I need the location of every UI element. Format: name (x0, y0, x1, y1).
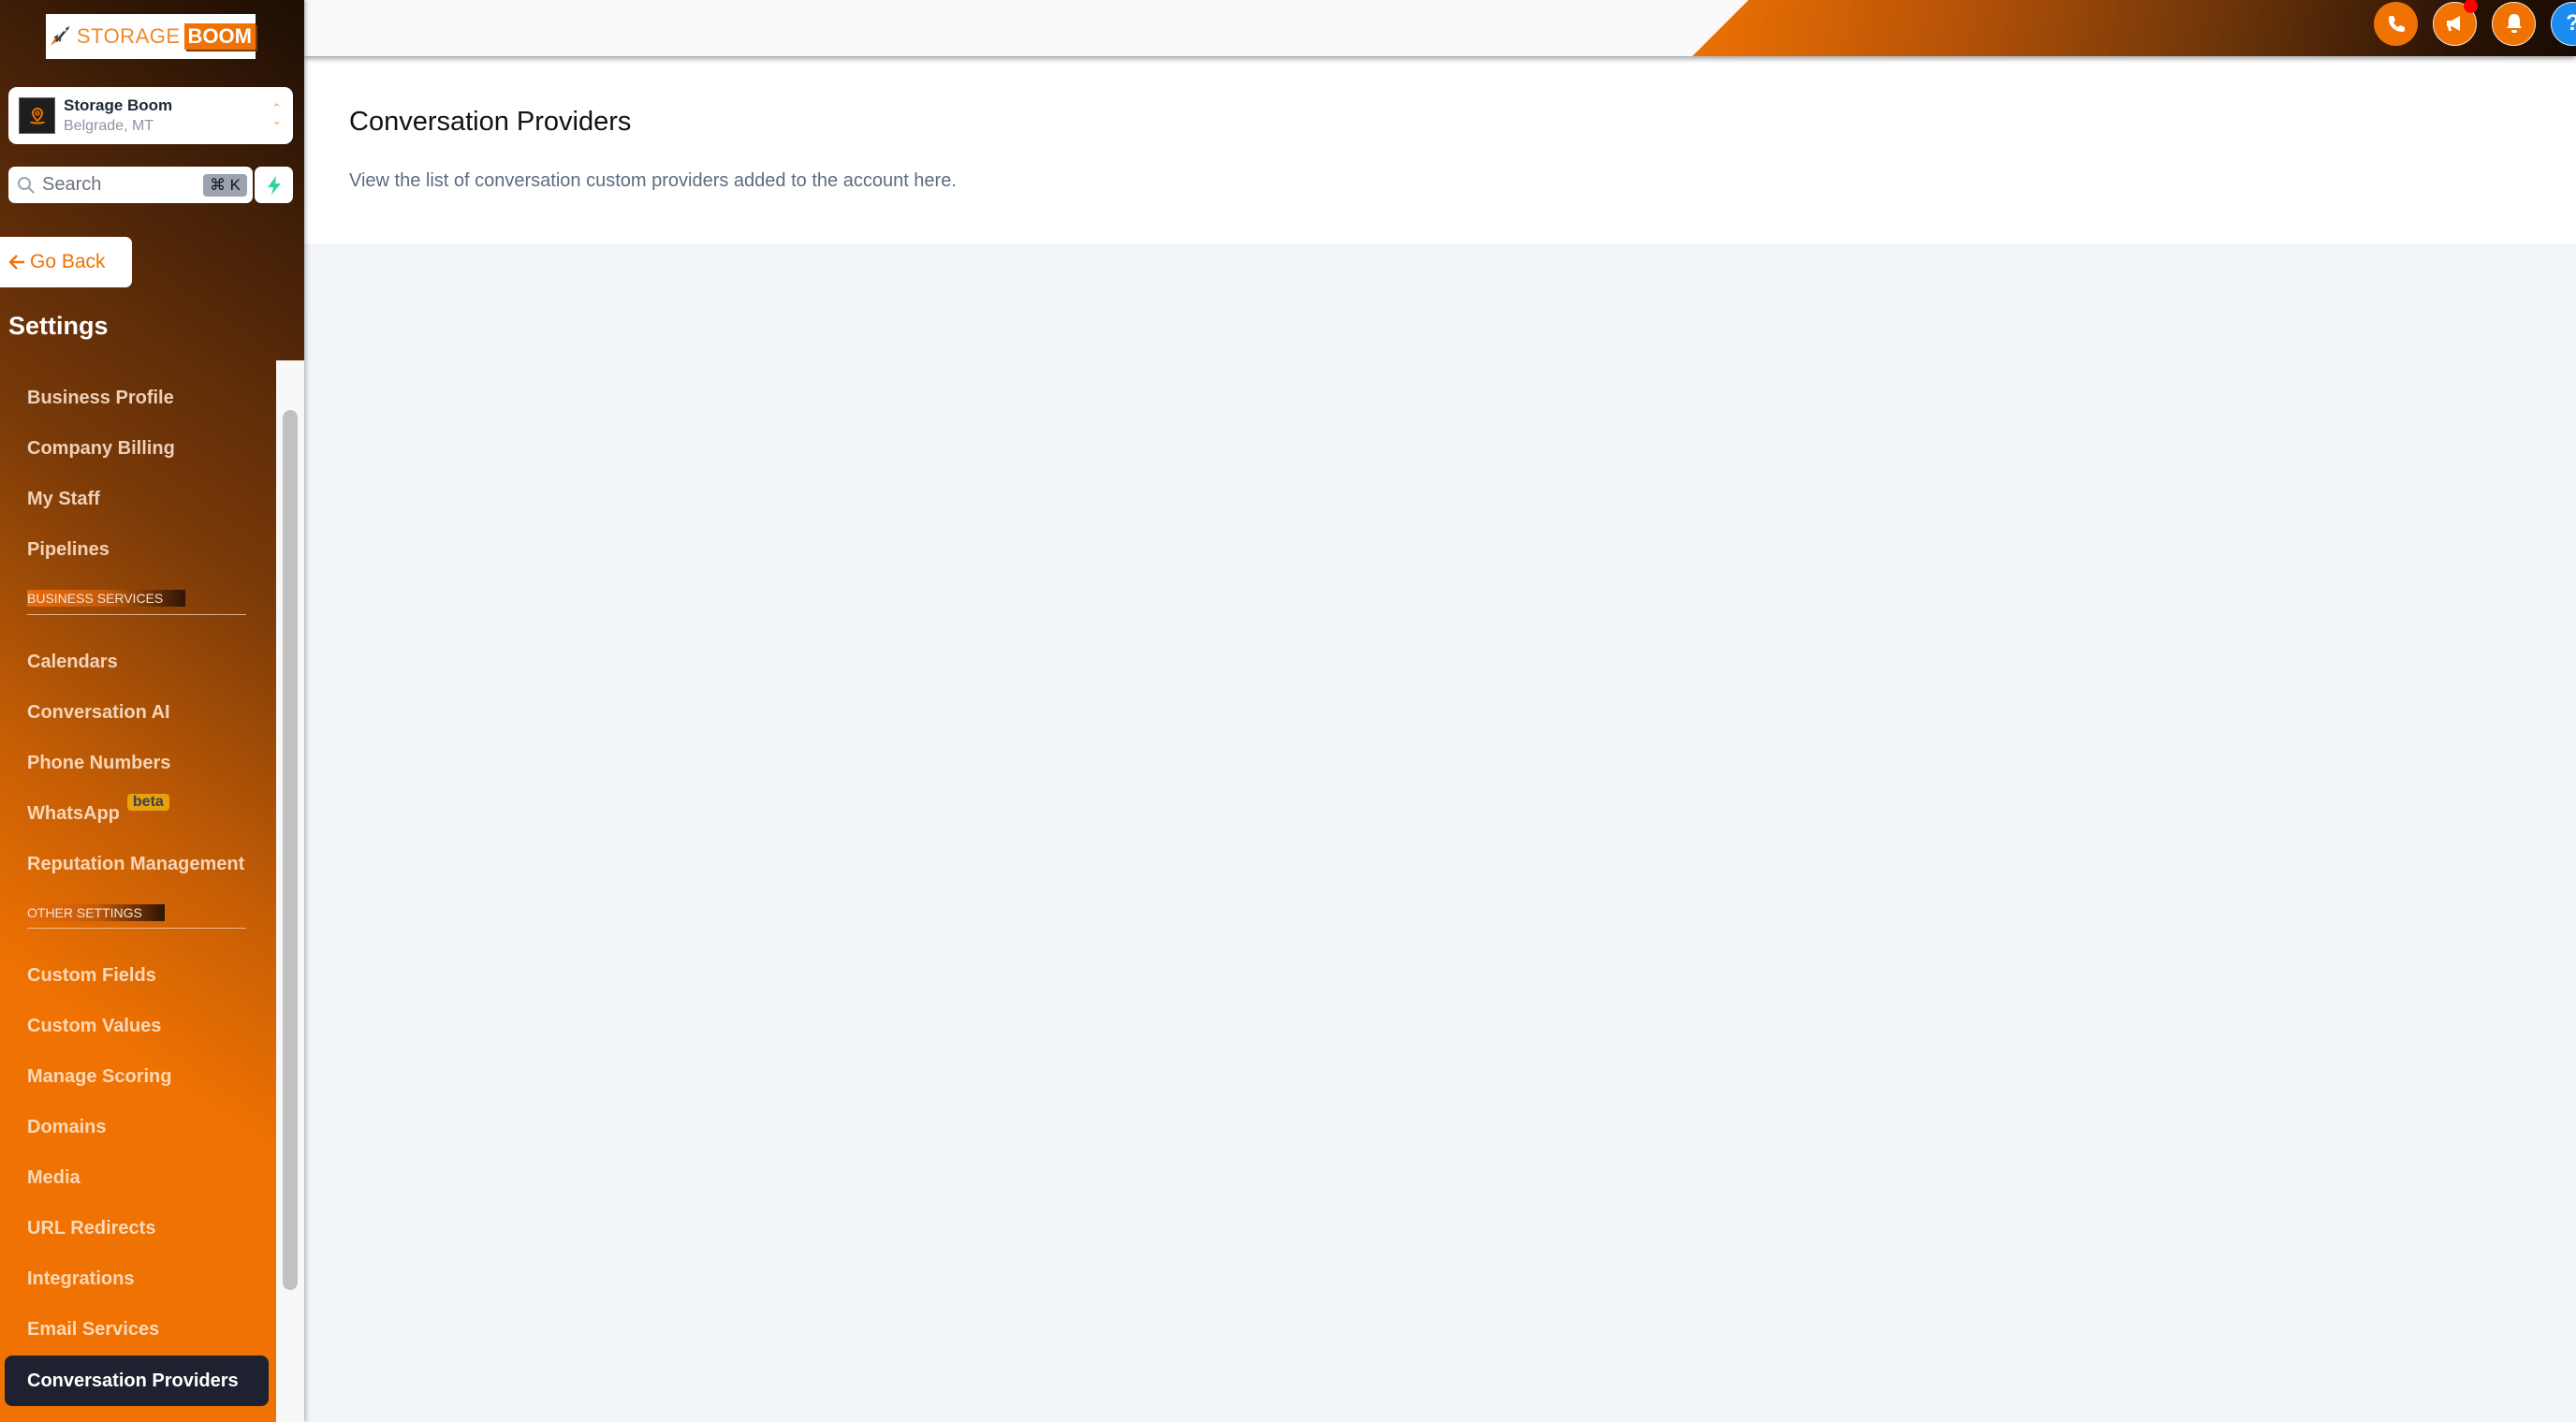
nav-label: Phone Numbers (27, 752, 171, 773)
sidebar-item-url-redirects[interactable]: URL Redirects (5, 1203, 269, 1253)
sidebar-item-phone-numbers[interactable]: Phone Numbers (5, 738, 269, 788)
nav-label: WhatsApp (27, 802, 120, 824)
nav-label: Business Profile (27, 387, 174, 408)
sidebar-item-conversation-ai[interactable]: Conversation AI (5, 687, 269, 738)
phone-icon (2388, 16, 2405, 32)
sidebar-item-my-staff[interactable]: My Staff (5, 474, 269, 524)
announcements-button[interactable] (2433, 0, 2478, 46)
section-label-business-services: BUSINESS SERVICES (27, 590, 186, 607)
sidebar-scrollbar-thumb[interactable] (283, 410, 298, 1290)
section-label-other-settings: OTHER SETTINGS (27, 904, 165, 921)
sidebar-item-pipelines[interactable]: Pipelines (5, 524, 269, 575)
header-actions: ? (2374, 0, 2576, 47)
sidebar-item-reputation-management[interactable]: Reputation Management (5, 839, 269, 889)
location-switcher[interactable]: Storage Boom Belgrade, MT ⌃ ⌄ (8, 87, 293, 144)
settings-heading: Settings (8, 312, 109, 340)
location-city: Belgrade, MT (64, 117, 154, 134)
page-description: View the list of conversation custom pro… (349, 170, 957, 191)
sidebar: STORAGE BOOM Storage Boom Belgrade, MT ⌃… (0, 0, 304, 1422)
nav-label: Email Services (27, 1318, 160, 1340)
nav-label: URL Redirects (27, 1217, 156, 1239)
page-title: Conversation Providers (349, 107, 632, 137)
go-back-button[interactable]: Go Back (0, 237, 132, 287)
page-header: Conversation Providers View the list of … (304, 56, 2576, 244)
nav-label: Media (27, 1166, 80, 1188)
search-placeholder: Search (42, 174, 102, 195)
nav-label: Pipelines (27, 538, 110, 560)
location-pin-icon (29, 107, 45, 124)
nav-label: Reputation Management (27, 853, 245, 874)
search-input[interactable]: Search ⌘ K (8, 167, 253, 203)
beta-badge: beta (126, 794, 169, 811)
section-divider (27, 614, 246, 615)
sidebar-item-conversation-providers[interactable]: Conversation Providers (5, 1356, 269, 1406)
location-name: Storage Boom (64, 95, 173, 114)
megaphone-icon (2446, 16, 2460, 31)
top-header: ? (304, 0, 2576, 56)
sidebar-item-calendars[interactable]: Calendars (5, 637, 269, 687)
sidebar-item-manage-scoring[interactable]: Manage Scoring (5, 1051, 269, 1102)
sidebar-item-media[interactable]: Media (5, 1152, 269, 1203)
sidebar-item-domains[interactable]: Domains (5, 1102, 269, 1152)
quick-actions-button[interactable] (255, 167, 293, 203)
nav-label: Integrations (27, 1268, 135, 1289)
logo-text-boom: BOOM (183, 23, 256, 50)
nav-label: Domains (27, 1116, 107, 1137)
notifications-button[interactable] (2492, 1, 2536, 46)
nav-label: Company Billing (27, 437, 175, 459)
lightning-bolt-icon (267, 175, 281, 195)
sidebar-item-email-services[interactable]: Email Services (5, 1304, 269, 1355)
sidebar-item-custom-fields[interactable]: Custom Fields (5, 950, 269, 1001)
phone-button[interactable] (2374, 1, 2418, 46)
sidebar-item-company-billing[interactable]: Company Billing (5, 423, 269, 474)
chevron-up-down-icon: ⌃ ⌄ (271, 101, 282, 127)
sidebar-item-whatsapp[interactable]: WhatsApp beta (5, 788, 269, 839)
help-icon: ? (2566, 10, 2576, 37)
section-divider (27, 928, 246, 929)
nav-label: Custom Fields (27, 964, 156, 986)
rocket-icon (51, 25, 70, 46)
sidebar-item-integrations[interactable]: Integrations (5, 1253, 269, 1304)
go-back-label: Go Back (30, 251, 106, 272)
location-avatar (19, 97, 55, 134)
nav-label: Calendars (27, 651, 118, 672)
search-shortcut-badge: ⌘ K (202, 173, 247, 197)
bell-icon (2506, 14, 2522, 33)
nav-label: Conversation Providers (27, 1370, 239, 1391)
sidebar-item-business-profile[interactable]: Business Profile (5, 373, 269, 423)
nav-label: Manage Scoring (27, 1065, 172, 1087)
brand-logo[interactable]: STORAGE BOOM (46, 14, 256, 59)
notification-dot (2464, 0, 2478, 13)
help-button[interactable]: ? (2551, 1, 2576, 46)
arrow-left-icon (8, 255, 24, 270)
sidebar-item-custom-values[interactable]: Custom Values (5, 1001, 269, 1051)
nav-label: Conversation AI (27, 701, 170, 723)
nav-label: Custom Values (27, 1015, 162, 1036)
logo-text-storage: STORAGE (76, 24, 181, 48)
nav-label: My Staff (27, 488, 100, 509)
search-icon (18, 176, 35, 194)
